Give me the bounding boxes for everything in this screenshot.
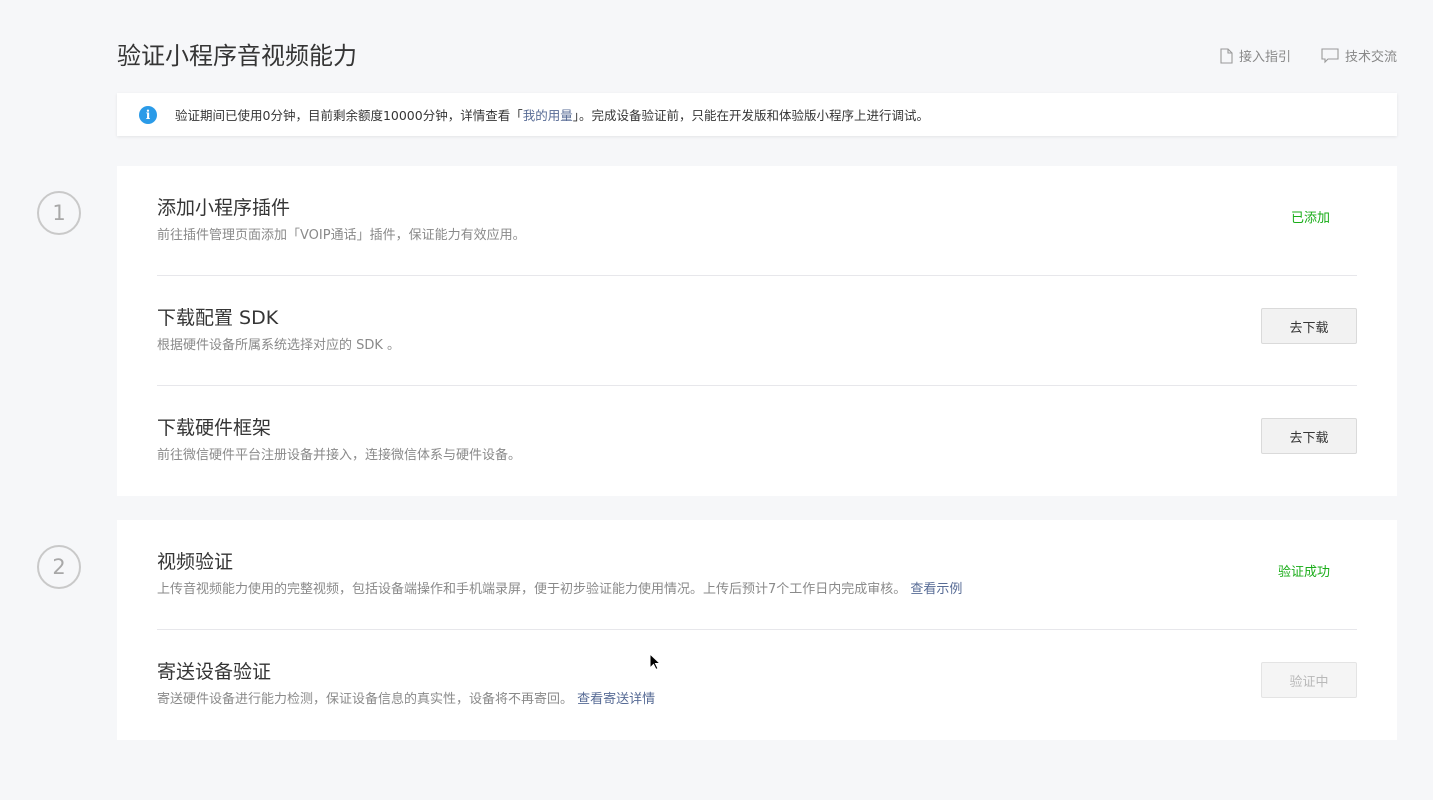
status-verified: 验证成功 [1277,565,1330,580]
step-row-video-verify: 视频验证 上传音视频能力使用的完整视频，包括设备端操作和手机端录屏，便于初步验证… [157,520,1357,630]
row-title: 添加小程序插件 [157,197,291,219]
row-description: 前往微信硬件平台注册设备并接入，连接微信体系与硬件设备。 [157,448,522,463]
notice-text-after: 」。完成设备验证前，只能在开发版和体验版小程序上进行调试。 [572,108,929,123]
tech-exchange-link[interactable]: 技术交流 [1321,46,1397,65]
header-links: 接入指引 技术交流 [1220,46,1397,65]
download-hardware-button[interactable]: 去下载 [1261,418,1357,454]
download-sdk-button[interactable]: 去下载 [1261,308,1357,344]
chat-bubble-icon [1321,47,1339,64]
info-icon: i [139,105,157,124]
row-description: 根据硬件设备所属系统选择对应的 SDK 。 [157,338,401,353]
document-icon [1220,47,1233,64]
step-number-1: 1 [37,191,81,235]
step-row-download-sdk: 下载配置 SDK 根据硬件设备所属系统选择对应的 SDK 。 去下载 [157,276,1357,386]
step-1-card: 添加小程序插件 前往插件管理页面添加「VOIP通话」插件，保证能力有效应用。 已… [117,166,1397,496]
notice-text-before: 验证期间已使用0分钟，目前剩余额度10000分钟，详情查看「 [175,108,523,123]
step-row-download-hardware: 下载硬件框架 前往微信硬件平台注册设备并接入，连接微信体系与硬件设备。 去下载 [157,386,1357,496]
my-usage-link[interactable]: 我的用量 [523,105,573,124]
tech-exchange-label: 技术交流 [1344,50,1397,65]
row-description-text: 上传音视频能力使用的完整视频，包括设备端操作和手机端录屏，便于初步验证能力使用情… [157,582,907,597]
row-title: 下载配置 SDK [157,307,279,329]
view-shipping-details-link[interactable]: 查看寄送详情 [577,692,655,707]
access-guide-link[interactable]: 接入指引 [1220,46,1291,65]
status-added: 已添加 [1290,211,1330,226]
page-title: 验证小程序音视频能力 [117,42,357,70]
step-row-add-plugin: 添加小程序插件 前往插件管理页面添加「VOIP通话」插件，保证能力有效应用。 已… [157,166,1357,276]
step-row-send-device: 寄送设备验证 寄送硬件设备进行能力检测，保证设备信息的真实性，设备将不再寄回。 … [157,630,1357,740]
step-number-2: 2 [37,545,81,589]
verifying-button: 验证中 [1261,662,1357,698]
row-description: 寄送硬件设备进行能力检测，保证设备信息的真实性，设备将不再寄回。 查看寄送详情 [157,691,655,709]
row-description: 前往插件管理页面添加「VOIP通话」插件，保证能力有效应用。 [157,228,526,243]
step-2-card: 视频验证 上传音视频能力使用的完整视频，包括设备端操作和手机端录屏，便于初步验证… [117,520,1397,740]
usage-notice: i 验证期间已使用0分钟，目前剩余额度10000分钟，详情查看「 我的用量 」。… [117,93,1397,136]
view-example-link[interactable]: 查看示例 [910,582,962,597]
row-title: 寄送设备验证 [157,661,272,683]
row-description: 上传音视频能力使用的完整视频，包括设备端操作和手机端录屏，便于初步验证能力使用情… [157,581,962,599]
page: 验证小程序音视频能力 接入指引 技术交流 i 验证期间已使用0分钟，目前剩余额度… [0,0,1433,800]
mouse-cursor-icon [649,652,662,675]
row-title: 下载硬件框架 [157,417,272,439]
row-title: 视频验证 [157,551,234,573]
access-guide-label: 接入指引 [1238,50,1291,65]
row-description-text: 寄送硬件设备进行能力检测，保证设备信息的真实性，设备将不再寄回。 [157,692,574,707]
